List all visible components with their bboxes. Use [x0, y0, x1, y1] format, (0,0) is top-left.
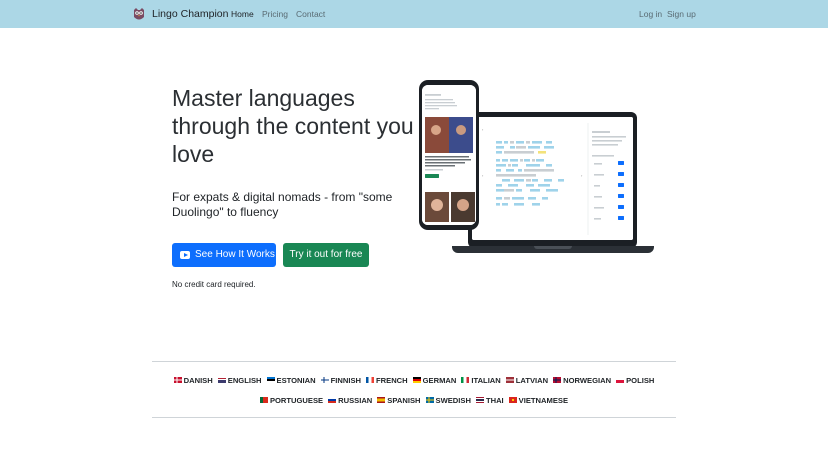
language-link-finnish[interactable]: FINNISH	[320, 376, 361, 385]
latvian-flag-icon	[505, 377, 514, 383]
see-how-it-works-label: See How It Works	[195, 249, 275, 260]
nav-link-contact[interactable]: Contact	[296, 9, 325, 19]
phone-app-screenshot	[422, 85, 476, 225]
language-label: RUSSIAN	[338, 396, 373, 405]
phone-notch	[440, 81, 458, 84]
language-label: NORWEGIAN	[563, 376, 612, 385]
signup-link[interactable]: Sign up	[667, 9, 696, 19]
portuguese-flag-icon	[259, 397, 268, 403]
language-label: POLISH	[626, 376, 655, 385]
language-label: LATVIAN	[515, 376, 549, 385]
language-label: SPANISH	[387, 396, 421, 405]
hero-subtitle: For expats & digital nomads - from "some…	[172, 190, 393, 219]
phone-mockup	[419, 80, 479, 230]
thai-flag-icon	[475, 397, 484, 403]
try-free-button[interactable]: Try it out for free	[283, 243, 369, 267]
language-link-german[interactable]: GERMAN	[412, 376, 457, 385]
norwegian-flag-icon	[553, 377, 562, 383]
vietnamese-flag-icon	[508, 397, 517, 403]
top-navbar: Lingo Champion Home Pricing Contact Log …	[0, 0, 828, 28]
youtube-play-icon	[180, 251, 190, 259]
nav-link-pricing[interactable]: Pricing	[262, 9, 288, 19]
danish-flag-icon	[173, 377, 182, 383]
phone-screen	[422, 85, 476, 225]
login-link[interactable]: Log in	[639, 9, 662, 19]
brand-name[interactable]: Lingo Champion	[152, 8, 228, 20]
language-label: VIETNAMESE	[518, 396, 569, 405]
divider-bottom	[152, 417, 676, 418]
language-link-vietnamese[interactable]: VIETNAMESE	[508, 396, 569, 405]
language-link-estonian[interactable]: ESTONIAN	[266, 376, 316, 385]
see-how-it-works-button[interactable]: See How It Works	[172, 243, 276, 267]
language-label: THAI	[485, 396, 504, 405]
language-link-italian[interactable]: ITALIAN	[461, 376, 501, 385]
language-link-latvian[interactable]: LATVIAN	[505, 376, 549, 385]
language-list-row-2: PORTUGUESE RUSSIAN SPANISH SWEDISH THAI VIETN…	[152, 396, 676, 405]
language-label: SWEDISH	[435, 396, 471, 405]
laptop-screen: ‹ ‹ ›	[472, 117, 633, 240]
language-label: FRENCH	[376, 376, 408, 385]
owl-logo-icon[interactable]	[133, 7, 145, 21]
swedish-flag-icon	[425, 397, 434, 403]
language-link-danish[interactable]: DANISH	[173, 376, 213, 385]
language-label: ESTONIAN	[276, 376, 316, 385]
finnish-flag-icon	[320, 377, 329, 383]
laptop-mockup: ‹ ‹ ›	[468, 112, 637, 248]
language-link-norwegian[interactable]: NORWEGIAN	[553, 376, 611, 385]
language-label: GERMAN	[422, 376, 457, 385]
polish-flag-icon	[616, 377, 625, 383]
french-flag-icon	[366, 377, 374, 383]
language-label: PORTUGUESE	[269, 396, 324, 405]
german-flag-icon	[412, 377, 421, 383]
language-link-russian[interactable]: RUSSIAN	[328, 396, 372, 405]
language-link-french[interactable]: FRENCH	[366, 376, 408, 385]
try-free-label: Try it out for free	[289, 249, 363, 260]
english-flag-icon	[217, 377, 226, 383]
spanish-flag-icon	[377, 397, 386, 403]
reader-app-screenshot: ‹ ‹ ›	[472, 117, 633, 240]
nav-link-home[interactable]: Home	[231, 9, 254, 19]
language-link-swedish[interactable]: SWEDISH	[425, 396, 471, 405]
language-list-row-1: DANISH ENGLISH ESTONIAN FINNISH FRENCH GERMAN…	[152, 376, 676, 385]
hero-title: Master languages through the content you…	[172, 85, 414, 167]
no-credit-card-note: No credit card required.	[172, 280, 256, 289]
language-link-polish[interactable]: POLISH	[616, 376, 654, 385]
italian-flag-icon	[461, 377, 470, 383]
estonian-flag-icon	[266, 377, 275, 383]
language-label: DANISH	[183, 376, 213, 385]
language-label: FINNISH	[330, 376, 361, 385]
language-label: ENGLISH	[227, 376, 262, 385]
laptop-base	[452, 246, 654, 253]
language-link-portuguese[interactable]: PORTUGUESE	[259, 396, 324, 405]
language-link-spanish[interactable]: SPANISH	[377, 396, 421, 405]
divider-top	[152, 361, 676, 362]
language-label: ITALIAN	[471, 376, 501, 385]
language-link-english[interactable]: ENGLISH	[217, 376, 262, 385]
russian-flag-icon	[328, 397, 337, 403]
language-link-thai[interactable]: THAI	[475, 396, 504, 405]
